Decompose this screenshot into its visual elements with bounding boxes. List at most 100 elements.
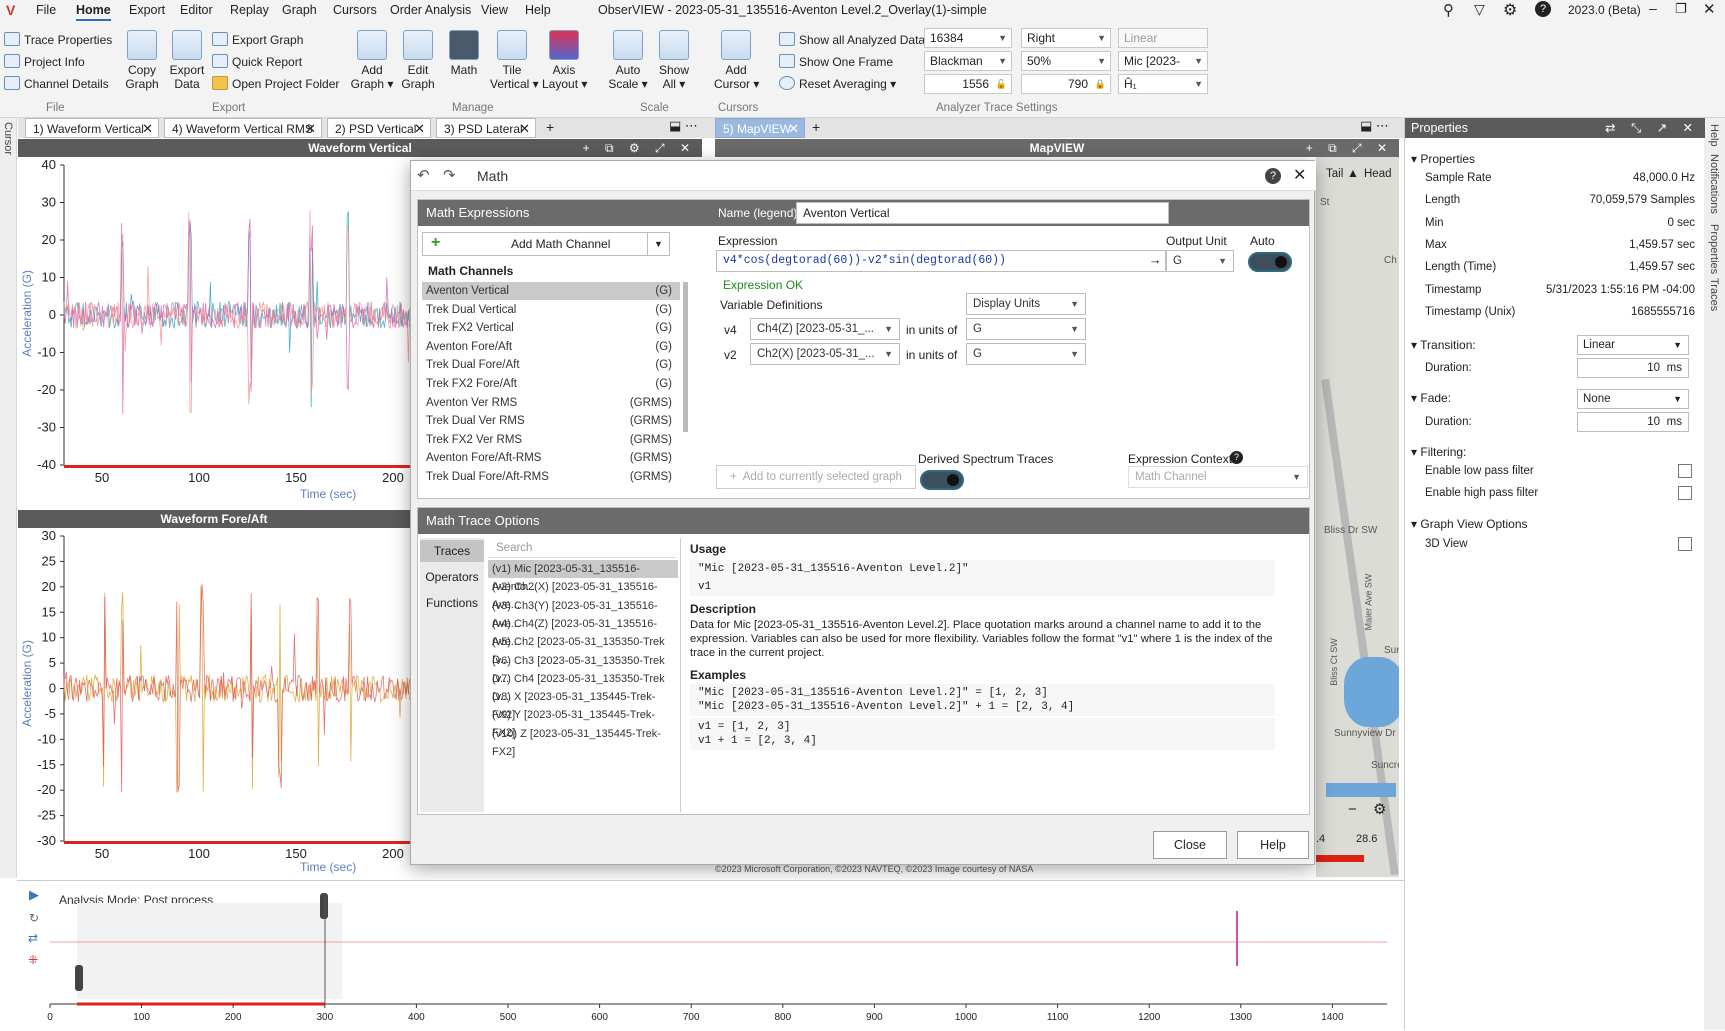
display-units-select[interactable]: Display Units ▼ — [966, 293, 1086, 315]
view-3d-checkbox[interactable] — [1678, 537, 1692, 551]
menu-order-analysis[interactable]: Order Analysis — [390, 3, 471, 17]
frame-value-input[interactable]: 790 🔒 — [1021, 74, 1111, 94]
map-view[interactable]: St Ch Bliss Dr SW Bliss Ct SW Maier Ave … — [1316, 157, 1399, 877]
tab-options-icon[interactable]: ⬓ ⋯ — [669, 118, 698, 134]
math-channel-item[interactable]: Trek FX2 Vertical (G) — [422, 319, 680, 337]
apply-arrow-icon[interactable]: → — [1151, 251, 1159, 271]
channel-details-button[interactable]: Channel Details — [4, 74, 109, 94]
show-all-analyzed-button[interactable]: Show all Analyzed Data — [779, 30, 925, 50]
math-channel-item[interactable]: Trek FX2 Ver RMS (GRMS) — [422, 431, 680, 449]
fft-size-select[interactable]: 16384 ▼ — [924, 28, 1012, 48]
fade-group[interactable]: ▾ Fade: — [1411, 391, 1451, 405]
close-button[interactable]: Close — [1153, 831, 1227, 859]
auto-scale-button[interactable]: Auto Scale ▾ — [608, 30, 648, 91]
tab-psd-vertical[interactable]: 2) PSD Vertical ✕ — [327, 118, 431, 138]
var-v4-channel-select[interactable]: Ch4(Z) [2023-05-31_... ▼ — [750, 318, 900, 340]
menu-replay[interactable]: Replay — [230, 3, 269, 17]
gear-icon[interactable]: ⚙ — [1503, 0, 1517, 20]
tab-functions[interactable]: Functions — [420, 592, 484, 614]
fade-duration-input[interactable]: 10 ms — [1577, 412, 1689, 432]
add-tab-icon[interactable]: + — [546, 119, 554, 135]
properties-rail-tab[interactable]: Properties — [1708, 224, 1720, 274]
trace-item[interactable]: (v1) Mic [2023-05-31_135516-Avento... — [488, 560, 678, 593]
dialog-close-icon[interactable]: ✕ — [1293, 165, 1306, 185]
expression-context-info-icon[interactable]: ? — [1230, 451, 1243, 464]
output-unit-select[interactable]: G ▼ — [1166, 250, 1234, 272]
trace-item[interactable]: (v9) Y [2023-05-31_135445-Trek-FX2] — [488, 706, 678, 739]
trace-properties-button[interactable]: Trace Properties — [4, 30, 112, 50]
tab-mapview[interactable]: 5) MapVIEW ✕ — [715, 118, 805, 138]
math-channel-item[interactable]: Trek Dual Vertical (G) — [422, 301, 680, 319]
menu-home[interactable]: Home — [76, 3, 111, 21]
cursor-rail-tab[interactable]: Cursor — [2, 122, 14, 155]
math-channel-item[interactable]: Trek Dual Fore/Aft (G) — [422, 356, 680, 374]
source-select[interactable]: Mic [2023- ▼ — [1118, 51, 1208, 71]
help-icon[interactable]: ? — [1535, 1, 1551, 17]
var-v4-unit-select[interactable]: G ▼ — [966, 318, 1086, 340]
scale-select[interactable]: Linear — [1118, 28, 1208, 48]
trace-item[interactable]: (v7) Ch4 [2023-05-31_135350-Trek D... — [488, 670, 678, 703]
tail-label[interactable]: Tail — [1326, 168, 1343, 180]
add-tab-right-icon[interactable]: + — [812, 119, 820, 135]
window-select[interactable]: Blackman ▼ — [924, 51, 1012, 71]
menu-help[interactable]: Help — [525, 3, 551, 17]
add-to-graph-button[interactable]: + Add to currently selected graph — [716, 465, 916, 489]
head-label[interactable]: Head — [1364, 168, 1392, 180]
map-settings-icon[interactable]: ⚙ — [1373, 800, 1386, 818]
tab-psd-lateral[interactable]: 3) PSD Lateral ✕ — [436, 118, 536, 138]
restore-icon[interactable]: ❐ — [1675, 1, 1687, 17]
high-pass-checkbox[interactable] — [1678, 486, 1692, 500]
menu-file[interactable]: File — [36, 3, 56, 17]
quick-report-button[interactable]: Quick Report — [212, 52, 302, 72]
menu-graph[interactable]: Graph — [282, 3, 317, 17]
expression-context-select[interactable]: Math Channel ▼ — [1128, 466, 1308, 488]
graph1-plot[interactable]: 40 30 20 10 0 -10 -20 -30 -40 50 100 150 200 — [18, 157, 410, 497]
edit-graph-button[interactable]: Edit Graph — [400, 30, 436, 91]
transition-duration-input[interactable]: 10 ms — [1577, 358, 1689, 378]
minimize-icon[interactable]: – — [1649, 0, 1657, 16]
list-scrollbar[interactable] — [683, 282, 688, 432]
traces-search-input[interactable]: Search — [488, 538, 676, 558]
math-channel-item[interactable]: Aventon Ver RMS (GRMS) — [422, 394, 680, 412]
tab-operators[interactable]: Operators — [420, 566, 484, 588]
show-all-button[interactable]: Show All ▾ — [654, 30, 694, 91]
math-channel-item[interactable]: Aventon Fore/Aft-RMS (GRMS) — [422, 449, 680, 467]
help-rail-tab[interactable]: Help — [1708, 124, 1720, 147]
transition-select[interactable]: Linear ▼ — [1577, 335, 1689, 355]
math-channel-item[interactable]: Trek Dual Ver RMS (GRMS) — [422, 412, 680, 430]
export-data-button[interactable]: Export Data — [168, 30, 206, 91]
filter-icon[interactable]: ▽ — [1474, 1, 1485, 18]
graph-view-group[interactable]: ▾ Graph View Options — [1411, 517, 1528, 531]
notifications-rail-tab[interactable]: Notifications — [1708, 154, 1720, 214]
trace-item[interactable]: (v10) Z [2023-05-31_135445-Trek-FX2] — [488, 725, 678, 758]
fade-select[interactable]: None ▼ — [1577, 389, 1689, 409]
math-channel-item[interactable]: Trek FX2 Fore/Aft (G) — [422, 375, 680, 393]
side-select[interactable]: Right ▼ — [1021, 28, 1111, 48]
show-one-frame-button[interactable]: Show One Frame — [779, 52, 893, 72]
trace-item[interactable]: (v3) Ch3(Y) [2023-05-31_135516-Ave... — [488, 597, 678, 630]
redo-icon[interactable]: ↷ — [443, 166, 456, 184]
trace-item[interactable]: (v8) X [2023-05-31_135445-Trek-FX2] — [488, 688, 678, 721]
filtering-group[interactable]: ▾ Filtering: — [1411, 445, 1466, 459]
axis-select[interactable]: Ĥ₁ ▼ — [1118, 74, 1208, 94]
graph2-plot[interactable]: 30 25 20 15 10 5 0 -5 -10 -15 -20 -25 -30 50 100 150 200 — [18, 528, 410, 873]
trace-item[interactable]: (v4) Ch4(Z) [2023-05-31_135516-Ave... — [488, 615, 678, 648]
help-button[interactable]: Help — [1237, 831, 1309, 859]
add-math-channel-button[interactable]: + Add Math Channel ▼ — [422, 232, 670, 256]
auto-toggle[interactable] — [1248, 252, 1292, 272]
tab-traces[interactable]: Traces — [420, 540, 484, 562]
undo-icon[interactable]: ↶ — [417, 166, 430, 184]
var-v2-unit-select[interactable]: G ▼ — [966, 343, 1086, 365]
axis-layout-button[interactable]: Axis Layout ▾ — [542, 30, 587, 91]
close-window-icon[interactable]: ✕ — [1703, 0, 1716, 18]
add-channel-dropdown-icon[interactable]: ▼ — [647, 233, 669, 255]
tile-vertical-button[interactable]: Tile Vertical ▾ — [490, 30, 539, 91]
trace-item[interactable]: (v2) Ch2(X) [2023-05-31_135516-Ave... — [488, 578, 678, 611]
tab-waveform-vertical[interactable]: 1) Waveform Vertical ✕ — [25, 118, 159, 138]
menu-export[interactable]: Export — [129, 3, 165, 17]
reset-averaging-button[interactable]: Reset Averaging ▾ — [779, 74, 896, 94]
tab-options-right-icon[interactable]: ⬓ ⋯ — [1360, 118, 1389, 134]
derived-spectrum-toggle[interactable] — [920, 470, 964, 490]
math-channel-item[interactable]: Aventon Fore/Aft (G) — [422, 338, 680, 356]
trace-item[interactable]: (v6) Ch3 [2023-05-31_135350-Trek D... — [488, 652, 678, 685]
